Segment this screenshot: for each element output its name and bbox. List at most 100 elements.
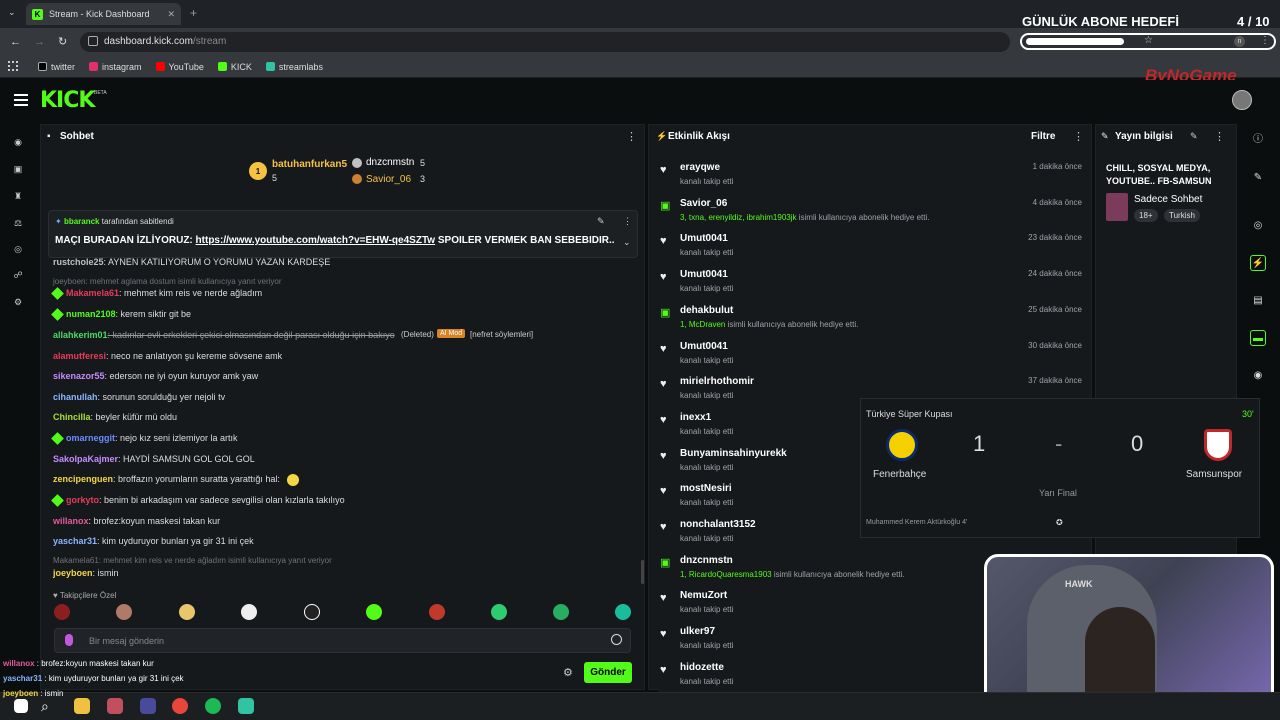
expand-chevron-icon[interactable]: ⌄ — [623, 237, 631, 248]
event-user[interactable]: inexx1 — [680, 412, 711, 423]
file-explorer-icon[interactable] — [74, 698, 90, 714]
emote-icon[interactable] — [553, 604, 569, 620]
event-item[interactable]: ♥ Umut0041 kanalı takip etti 30 dakika önce — [658, 337, 1082, 372]
event-user[interactable]: ulker97 — [680, 626, 715, 637]
apps-grid-icon[interactable] — [8, 61, 18, 71]
tab-list-chevron-icon[interactable]: ⌄ — [8, 7, 16, 18]
chat-username[interactable]: Chincilla — [53, 412, 91, 422]
dashboard-icon[interactable]: ▣ — [13, 164, 23, 174]
url-field[interactable]: dashboard.kick.com/stream — [80, 32, 1010, 52]
document-icon[interactable]: ▤ — [1250, 293, 1266, 309]
new-tab-icon[interactable]: + — [190, 6, 197, 20]
chat-options-icon[interactable]: ⋮ — [626, 130, 637, 143]
emote-icon[interactable] — [54, 604, 70, 620]
event-user[interactable]: erayqwe — [680, 162, 720, 173]
event-item[interactable]: ♥ Umut0041 kanalı takip etti 23 dakika önce — [658, 230, 1082, 265]
chat-username[interactable]: rustchole25 — [53, 257, 104, 267]
emote-icon[interactable] — [615, 604, 631, 620]
info-icon[interactable]: ⓘ — [1250, 132, 1266, 148]
feed-options-icon[interactable]: ⋮ — [1073, 130, 1084, 143]
forward-icon[interactable]: → — [34, 36, 45, 48]
camera-icon[interactable]: ◎ — [1250, 218, 1266, 234]
bookmark-twitter[interactable]: twitter — [38, 62, 75, 72]
bookmark-instagram[interactable]: instagram — [89, 62, 142, 72]
chat-username[interactable]: willanox — [53, 516, 89, 526]
event-user[interactable]: Bunyaminsahinyurekk — [680, 448, 787, 459]
emoji-picker-icon[interactable] — [611, 634, 622, 645]
settings-icon[interactable]: ⚙ — [13, 297, 23, 307]
community-icon[interactable]: ☍ — [13, 270, 23, 280]
unpin-icon[interactable]: ✎ — [597, 216, 605, 227]
kick-logo[interactable]: KICK — [40, 88, 95, 113]
site-info-icon[interactable] — [88, 36, 98, 46]
chat-username[interactable]: cihanullah — [53, 392, 98, 402]
event-item[interactable]: ▣ Savior_06 3, txna, erenyildiz, ibrahim19… — [658, 194, 1082, 229]
emote-icon[interactable] — [491, 604, 507, 620]
event-user[interactable]: Umut0041 — [680, 341, 728, 352]
emote-icon[interactable] — [429, 604, 445, 620]
tabi-emote-icon[interactable] — [304, 604, 320, 620]
event-user[interactable]: Umut0041 — [680, 269, 728, 280]
event-item[interactable]: ♥ erayqwe kanalı takip etti 1 dakika önce — [658, 159, 1082, 193]
streamlabs-icon[interactable] — [238, 698, 254, 714]
microphone-icon[interactable] — [65, 634, 73, 646]
chat-username[interactable]: allahkerim01 — [53, 330, 108, 340]
broadcast-icon[interactable]: ◉ — [1250, 368, 1266, 384]
pinned-message[interactable]: ✦ bbaranck tarafından sabitlendi MAÇI BU… — [48, 210, 638, 258]
bookmark-streamlabs[interactable]: streamlabs — [265, 62, 323, 72]
send-button[interactable]: Gönder — [584, 662, 632, 683]
bookmark-kick[interactable]: KICK — [217, 62, 252, 72]
widgets-icon[interactable]: ◎ — [13, 244, 23, 254]
event-user[interactable]: mirielrhothomir — [680, 376, 754, 387]
edit-icon[interactable]: ✎ — [1190, 131, 1198, 142]
event-user[interactable]: dehakbulut — [680, 305, 733, 316]
event-user[interactable]: dnzcnmstn — [680, 555, 733, 566]
app-icon[interactable] — [140, 698, 156, 714]
event-item[interactable]: ▣ dehakbulut 1, McDraven isimli kullanıcıy… — [658, 301, 1082, 336]
chat-scrollbar[interactable] — [641, 560, 644, 584]
menu-hamburger-icon[interactable] — [14, 94, 28, 106]
emote-icon[interactable] — [179, 604, 195, 620]
chat-username[interactable]: yaschar31 — [53, 536, 97, 546]
chat-settings-icon[interactable]: ⚙ — [563, 666, 573, 679]
event-user[interactable]: NemuZort — [680, 590, 727, 601]
windows-start-icon[interactable] — [14, 699, 28, 713]
chat-username[interactable]: sikenazor55 — [53, 371, 105, 381]
info-options-icon[interactable]: ⋮ — [1214, 130, 1225, 143]
live-icon[interactable]: ◉ — [13, 137, 23, 147]
soccer-ball-icon[interactable] — [241, 604, 257, 620]
quick-action-icon[interactable]: ⚡ — [1250, 255, 1266, 271]
browser-tab-kick[interactable]: K Stream - Kick Dashboard ✕ — [26, 3, 181, 25]
event-user[interactable]: nonchalant3152 — [680, 519, 756, 530]
event-user[interactable]: mostNesiri — [680, 483, 732, 494]
event-item[interactable]: ♥ Umut0041 kanalı takip etti 24 dakika önce — [658, 266, 1082, 301]
pinned-link[interactable]: https://www.youtube.com/watch?v=EHW-qe4S… — [196, 235, 436, 246]
chat-icon[interactable]: ▬ — [1250, 330, 1266, 346]
chrome-icon[interactable] — [172, 698, 188, 714]
bookmark-youtube[interactable]: YouTube — [155, 62, 204, 72]
search-icon[interactable]: ⌕ — [41, 698, 57, 714]
reload-icon[interactable]: ↻ — [58, 35, 67, 48]
moderation-icon[interactable]: ⚖ — [13, 218, 23, 228]
emote-icon[interactable] — [116, 604, 132, 620]
category-name[interactable]: Sadece Sohbet — [1134, 194, 1202, 205]
chat-username[interactable]: SakolpaKajmer — [53, 454, 118, 464]
user-avatar[interactable] — [1232, 90, 1252, 110]
event-user[interactable]: Savior_06 — [680, 198, 727, 209]
event-user[interactable]: hidozette — [680, 662, 724, 673]
spotify-icon[interactable] — [205, 698, 221, 714]
chat-username[interactable]: joeyboen — [53, 568, 93, 578]
chat-username[interactable]: gorkyto — [66, 495, 99, 505]
chat-username[interactable]: zencipenguen — [53, 474, 113, 484]
trophy-icon[interactable]: ♜ — [13, 191, 23, 201]
filter-button[interactable]: Filtre — [1031, 131, 1055, 142]
back-icon[interactable]: ← — [10, 36, 21, 48]
app-icon[interactable] — [107, 698, 123, 714]
chat-username[interactable]: omarneggit — [66, 433, 115, 443]
chat-message-input[interactable]: Bir mesaj gönderin — [54, 628, 631, 653]
close-tab-icon[interactable]: ✕ — [167, 9, 175, 20]
event-user[interactable]: Umut0041 — [680, 233, 728, 244]
pen-icon[interactable]: ✎ — [1250, 170, 1266, 186]
pinned-options-icon[interactable]: ⋮ — [623, 216, 632, 227]
emote-icon[interactable] — [366, 604, 382, 620]
